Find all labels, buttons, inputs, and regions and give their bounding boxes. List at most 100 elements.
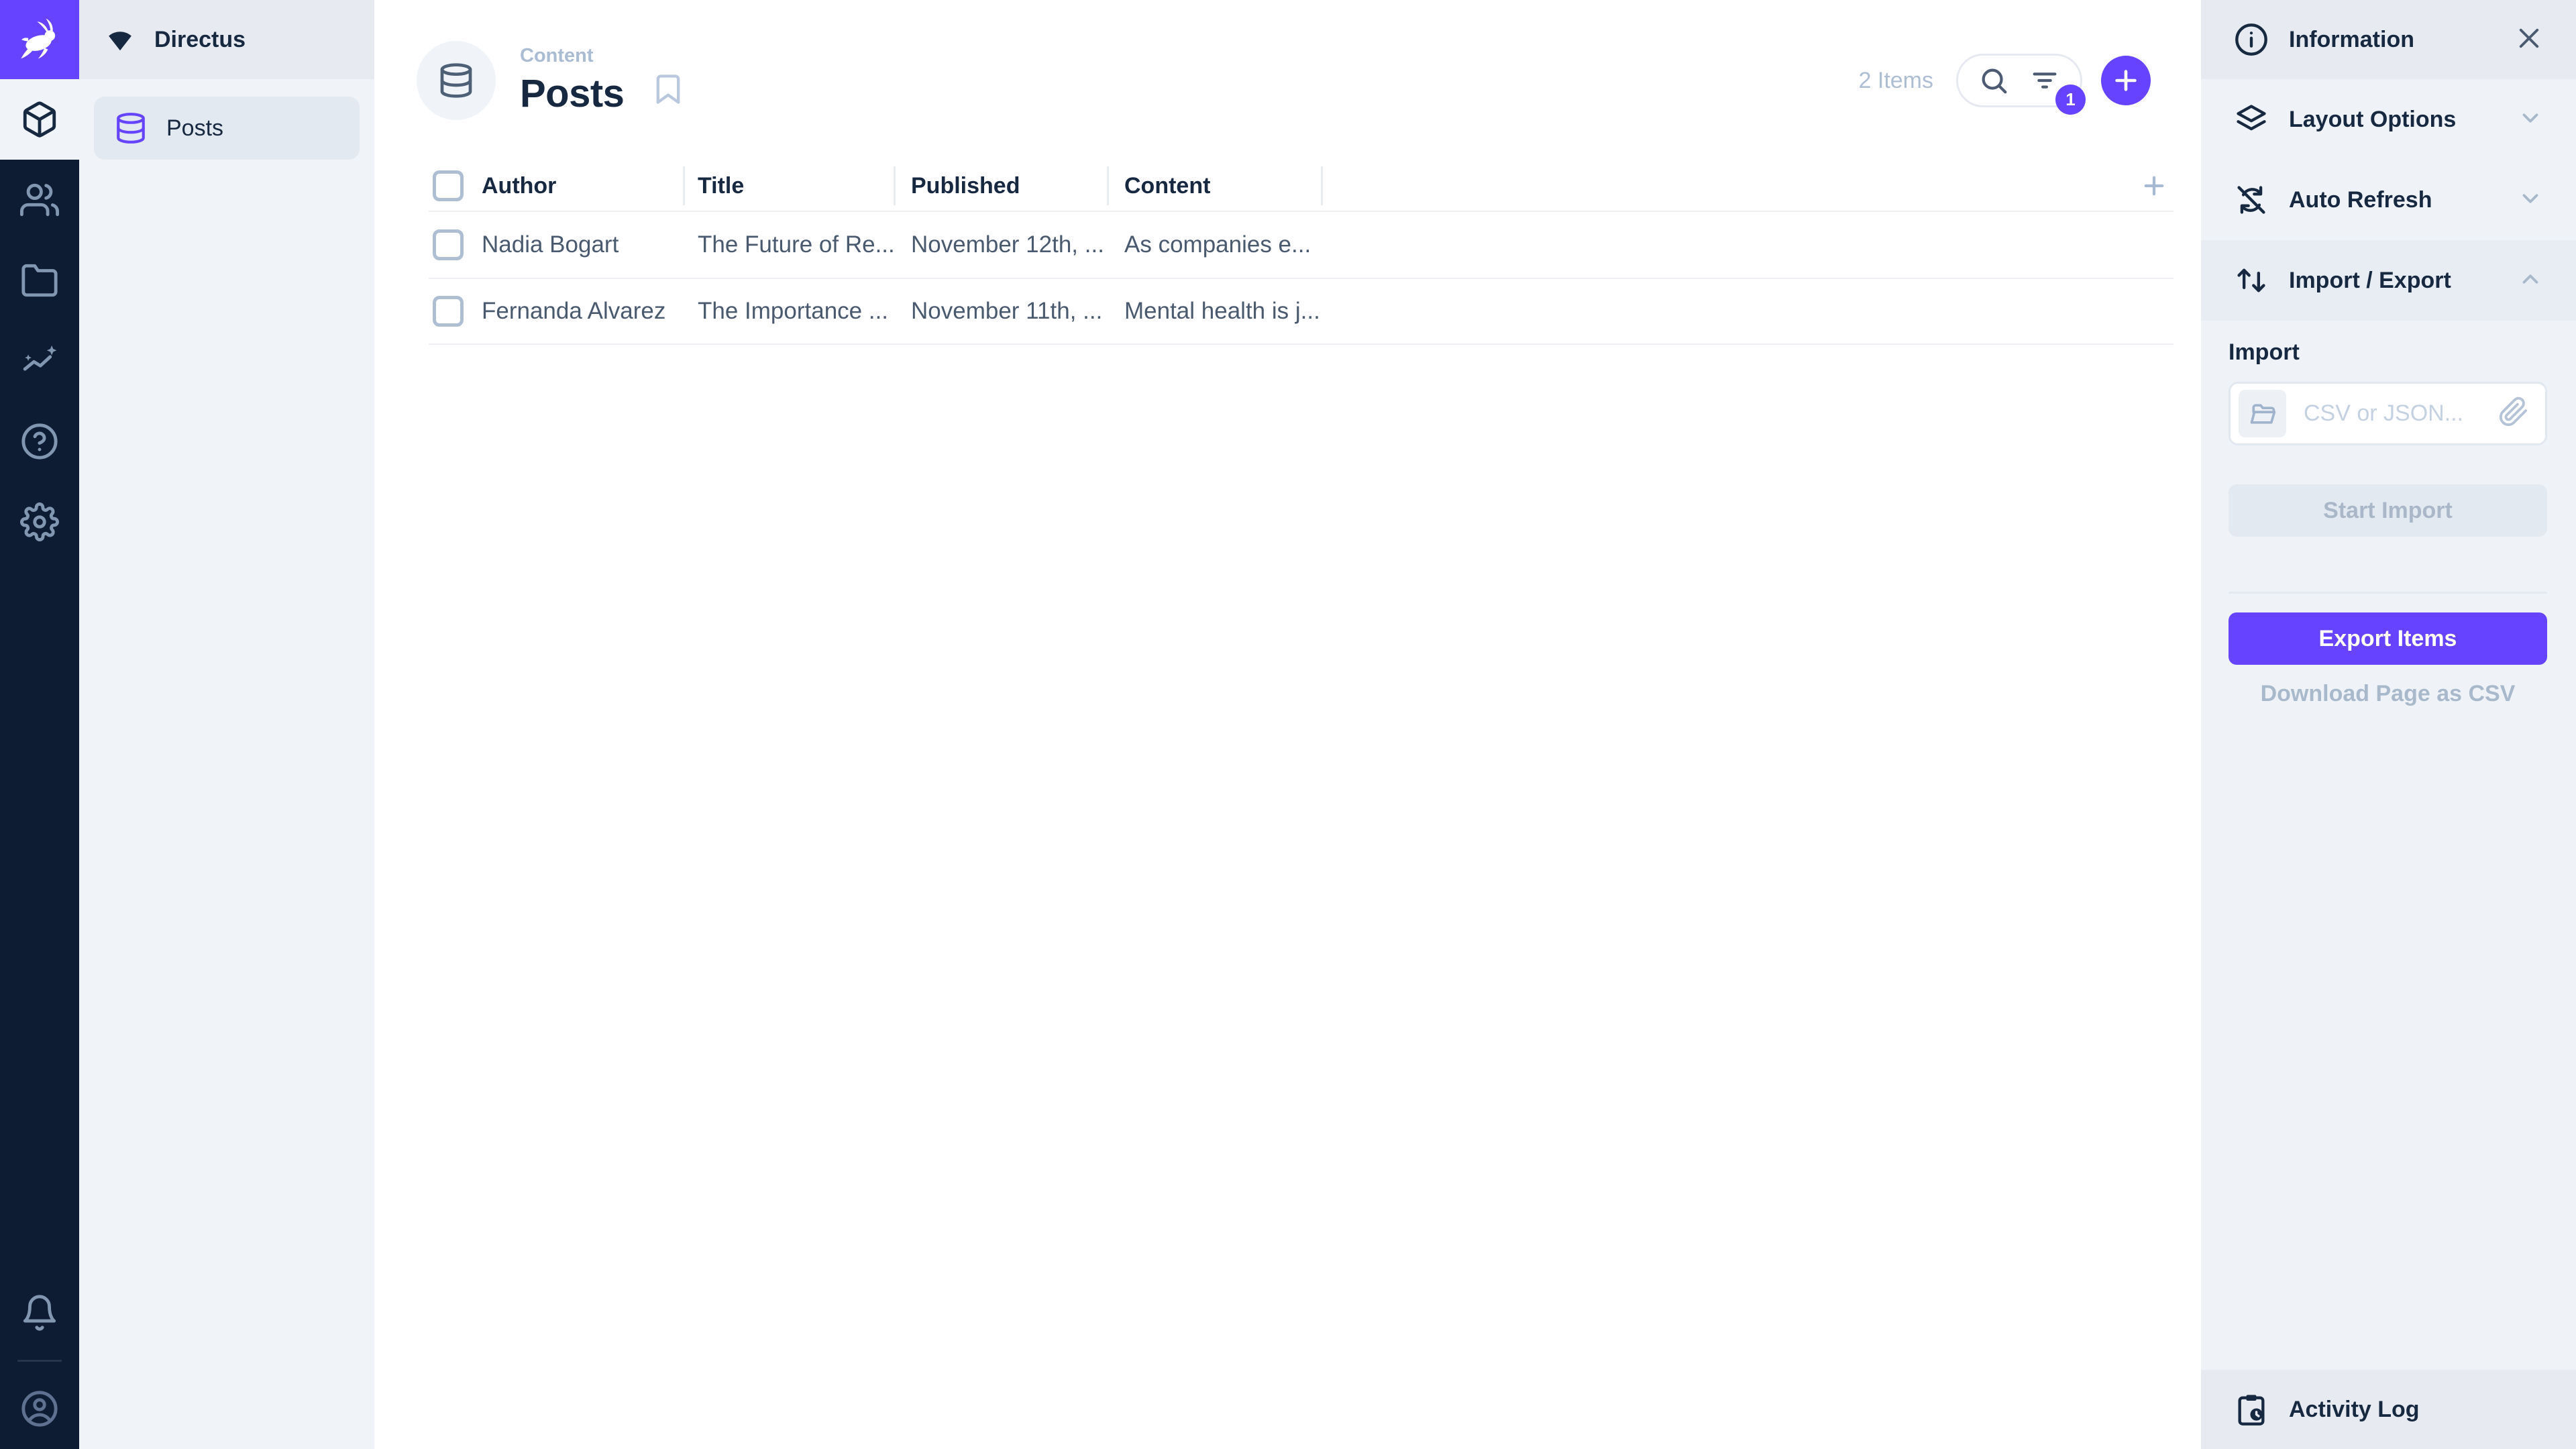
items-count: 2 Items (1859, 68, 1933, 94)
add-item-button[interactable] (2101, 56, 2151, 105)
sidebar-item-posts[interactable]: Posts (94, 97, 360, 160)
filter-count-badge: 1 (2055, 85, 2086, 115)
chevron-down-icon (2518, 186, 2543, 215)
users-icon (20, 180, 59, 219)
project-header[interactable]: Directus (79, 0, 374, 79)
cell-author: Nadia Bogart (482, 212, 685, 278)
table-header-row: Author Title Published Content (429, 161, 2174, 211)
module-user-directory[interactable] (0, 160, 79, 240)
sidebar-section-layout-options[interactable]: Layout Options (2201, 79, 2576, 160)
section-label: Import / Export (2289, 268, 2498, 294)
folder-icon (20, 261, 59, 300)
module-bar-spacer (0, 562, 79, 1273)
table-row[interactable]: Nadia Bogart The Future of Re... Novembe… (429, 211, 2174, 278)
module-bar-divider (17, 1360, 62, 1362)
import-export-panel: Import Start Import Export Items Downloa… (2201, 321, 2576, 707)
help-icon (20, 422, 59, 461)
import-label: Import (2229, 339, 2547, 366)
title-block: Content Posts (520, 45, 624, 116)
section-label: Layout Options (2289, 107, 2498, 133)
search-filter-pill: 1 (1956, 54, 2082, 107)
gear-icon (20, 502, 59, 541)
bell-icon (20, 1293, 59, 1332)
module-file-library[interactable] (0, 240, 79, 321)
page-title: Posts (520, 71, 624, 116)
chevron-up-icon (2518, 266, 2543, 295)
row-checkbox[interactable] (433, 296, 464, 327)
column-label: Title (698, 173, 744, 199)
module-documentation[interactable] (0, 401, 79, 482)
nav-sidebar: Directus Posts (79, 0, 374, 1449)
directus-logo-button[interactable] (0, 0, 79, 79)
panel-divider (2229, 592, 2547, 594)
sidebar-section-auto-refresh[interactable]: Auto Refresh (2201, 160, 2576, 240)
section-label: Activity Log (2289, 1397, 2543, 1423)
cell-content: Mental health is j... (1109, 279, 1323, 343)
column-header-author[interactable]: Author (482, 166, 685, 205)
browse-files-button[interactable] (2239, 390, 2286, 437)
column-label: Published (911, 173, 1020, 199)
database-icon (437, 62, 475, 99)
account-button[interactable] (0, 1368, 79, 1449)
module-settings[interactable] (0, 482, 79, 562)
column-header-content[interactable]: Content (1109, 166, 1323, 205)
section-label: Auto Refresh (2289, 187, 2498, 213)
module-bar (0, 0, 79, 1449)
close-sidebar-button[interactable] (2515, 24, 2543, 56)
project-name: Directus (154, 27, 246, 53)
page-header: Content Posts 2 Items 1 (374, 0, 2201, 161)
plus-icon (2110, 65, 2141, 96)
sidebar-section-information[interactable]: Information (2201, 0, 2576, 79)
close-icon (2515, 24, 2543, 52)
column-label: Author (482, 173, 556, 199)
export-items-button[interactable]: Export Items (2229, 612, 2547, 665)
user-circle-icon (20, 1389, 59, 1428)
import-file-input[interactable] (2304, 400, 2481, 427)
select-all-cell (429, 161, 482, 211)
notifications-button[interactable] (0, 1273, 79, 1353)
sidebar-section-import-export[interactable]: Import / Export (2201, 240, 2576, 321)
row-select-cell (429, 279, 482, 343)
sidebar-item-label: Posts (166, 115, 223, 142)
column-header-published[interactable]: Published (896, 166, 1109, 205)
bookmark-button[interactable] (651, 72, 686, 110)
filter-icon[interactable] (2029, 65, 2060, 96)
start-import-button[interactable]: Start Import (2229, 484, 2547, 537)
row-checkbox[interactable] (433, 229, 464, 260)
table-row[interactable]: Fernanda Alvarez The Importance ... Nove… (429, 278, 2174, 345)
folder-open-icon (2248, 399, 2277, 429)
activity-log-icon (2234, 1392, 2269, 1427)
main-content: Content Posts 2 Items 1 (374, 0, 2201, 1449)
breadcrumb[interactable]: Content (520, 45, 624, 67)
insights-icon (20, 341, 59, 380)
box-icon (20, 100, 59, 139)
info-icon (2234, 22, 2269, 57)
collection-badge (417, 41, 496, 120)
module-content[interactable] (0, 79, 79, 160)
sync-disabled-icon (2234, 182, 2269, 217)
select-all-checkbox[interactable] (433, 170, 464, 201)
cell-title: The Importance ... (685, 279, 896, 343)
cell-content: As companies e... (1109, 212, 1323, 278)
sidebar-spacer (2201, 707, 2576, 1370)
signal-fan-icon (103, 24, 137, 55)
row-select-cell (429, 212, 482, 278)
database-icon (114, 111, 148, 145)
directus-app: Directus Posts Content Posts (0, 0, 2576, 1449)
right-sidebar: Information Layout Options Auto Refr (2201, 0, 2576, 1449)
sidebar-section-activity-log[interactable]: Activity Log (2201, 1370, 2576, 1449)
paperclip-icon[interactable] (2498, 396, 2529, 431)
search-icon[interactable] (1978, 65, 2009, 96)
module-insights[interactable] (0, 321, 79, 401)
layers-icon (2234, 102, 2269, 137)
cell-author: Fernanda Alvarez (482, 279, 685, 343)
download-csv-link[interactable]: Download Page as CSV (2229, 681, 2547, 707)
cell-published: November 11th, ... (896, 279, 1109, 343)
cell-published: November 12th, ... (896, 212, 1109, 278)
plus-icon (2140, 172, 2168, 200)
column-header-title[interactable]: Title (685, 166, 896, 205)
add-column-button[interactable] (2140, 172, 2168, 200)
import-file-field[interactable] (2229, 382, 2547, 445)
section-label: Information (2289, 27, 2495, 53)
directus-rabbit-logo (16, 16, 63, 63)
